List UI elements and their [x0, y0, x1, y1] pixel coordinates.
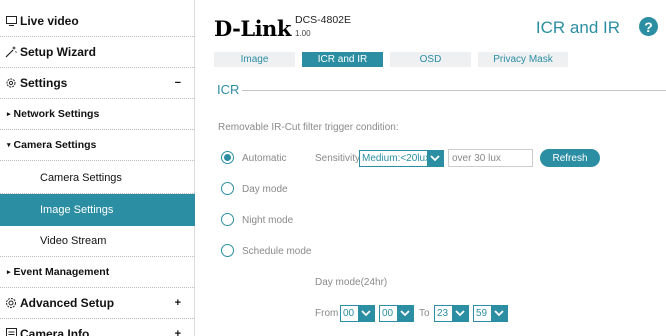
- chevron-down-icon: [452, 306, 468, 321]
- tab-image[interactable]: Image: [214, 52, 295, 67]
- chevron-right-icon: ▸: [7, 111, 11, 118]
- monitor-icon: [5, 15, 17, 27]
- radio-night-mode[interactable]: [221, 213, 234, 226]
- expand-toggle[interactable]: +: [175, 297, 181, 309]
- radio-day-mode[interactable]: [221, 182, 234, 195]
- section-heading-icr: ICR: [217, 82, 243, 97]
- sidebar-item-label: Camera Settings: [13, 139, 97, 151]
- sensitivity-value: Medium:<20lux: [362, 153, 431, 164]
- sidebar-item-event-management[interactable]: ▸ Event Management: [0, 257, 195, 288]
- sidebar-item-setup-wizard[interactable]: Setup Wizard: [0, 37, 195, 68]
- sidebar-item-network-settings[interactable]: ▸ Network Settings: [0, 99, 195, 130]
- sidebar-item-camera-info[interactable]: Camera Info +: [0, 319, 195, 336]
- sidebar-item-label: Advanced Setup: [20, 296, 115, 310]
- brand-logo: D-Link: [214, 16, 291, 41]
- sidebar-item-label: Live video: [20, 14, 79, 28]
- tab-icr-and-ir[interactable]: ICR and IR: [302, 52, 383, 67]
- sidebar-item-camera-settings-group[interactable]: ▾ Camera Settings: [0, 130, 195, 161]
- from-label: From: [315, 308, 339, 319]
- sidebar-item-camera-settings[interactable]: Camera Settings: [0, 163, 195, 194]
- collapse-toggle[interactable]: −: [175, 77, 181, 89]
- radio-label-automatic: Automatic: [242, 153, 287, 164]
- radio-label-schedule-mode: Schedule mode: [242, 246, 312, 257]
- model-name: DCS-4802E: [295, 14, 352, 26]
- main-panel: D-Link DCS-4802E 1.00 ICR and IR ? Image…: [196, 0, 666, 336]
- expand-toggle[interactable]: +: [175, 328, 181, 336]
- chevron-down-icon: ▾: [7, 142, 11, 149]
- from-hour-select[interactable]: 00: [340, 305, 375, 322]
- sidebar-item-image-settings[interactable]: Image Settings: [0, 194, 195, 226]
- sidebar-item-label: Setup Wizard: [20, 45, 96, 59]
- section-divider: [240, 90, 666, 91]
- to-minute-value: 59: [476, 308, 488, 319]
- sensitivity-label: Sensitivity: [315, 153, 361, 164]
- sidebar-item-video-stream[interactable]: Video Stream: [0, 226, 195, 257]
- sidebar-item-live-video[interactable]: Live video: [0, 6, 195, 37]
- chevron-down-icon: [427, 151, 443, 166]
- tab-privacy-mask[interactable]: Privacy Mask: [478, 52, 568, 67]
- sidebar-item-label: Network Settings: [13, 108, 100, 120]
- radio-schedule-mode[interactable]: [221, 244, 234, 257]
- sidebar: Live video Setup Wizard Settings − ▸ Net…: [0, 0, 195, 336]
- page-title: ICR and IR: [535, 18, 620, 37]
- trigger-condition-label: Removable IR-Cut filter trigger conditio…: [218, 122, 399, 133]
- info-list-icon: [5, 328, 17, 336]
- from-minute-value: 00: [382, 308, 394, 319]
- refresh-button[interactable]: Refresh: [540, 149, 600, 167]
- sidebar-item-label: Event Management: [13, 266, 110, 278]
- radio-automatic[interactable]: [221, 151, 234, 164]
- firmware-version: 1.00: [295, 29, 311, 38]
- lux-readout: over 30 lux: [448, 149, 533, 167]
- tab-osd[interactable]: OSD: [390, 52, 471, 67]
- sidebar-item-label: Image Settings: [40, 204, 114, 216]
- gear-icon: [5, 77, 17, 89]
- sidebar-item-advanced-setup[interactable]: Advanced Setup +: [0, 288, 195, 319]
- from-hour-value: 00: [343, 308, 355, 319]
- sidebar-item-label: Video Stream: [40, 235, 107, 247]
- sidebar-item-label: Camera Settings: [40, 172, 122, 184]
- to-hour-select[interactable]: 23: [434, 305, 469, 322]
- gear-advanced-icon: [5, 297, 17, 309]
- to-hour-value: 23: [437, 308, 449, 319]
- chevron-down-icon: [397, 306, 413, 321]
- chevron-right-icon: ▸: [7, 269, 11, 276]
- sensitivity-select[interactable]: Medium:<20lux: [359, 150, 444, 167]
- to-minute-select[interactable]: 59: [473, 305, 508, 322]
- sidebar-item-label: Settings: [20, 76, 68, 90]
- wand-icon: [5, 46, 17, 58]
- schedule-heading: Day mode(24hr): [315, 277, 388, 288]
- help-icon[interactable]: ?: [639, 17, 658, 36]
- from-minute-select[interactable]: 00: [379, 305, 414, 322]
- sidebar-item-settings[interactable]: Settings −: [0, 68, 195, 99]
- sidebar-item-label: Camera Info: [20, 327, 90, 336]
- chevron-down-icon: [491, 306, 507, 321]
- to-label: To: [419, 308, 430, 319]
- chevron-down-icon: [358, 306, 374, 321]
- radio-label-night-mode: Night mode: [242, 215, 294, 226]
- radio-label-day-mode: Day mode: [242, 184, 288, 195]
